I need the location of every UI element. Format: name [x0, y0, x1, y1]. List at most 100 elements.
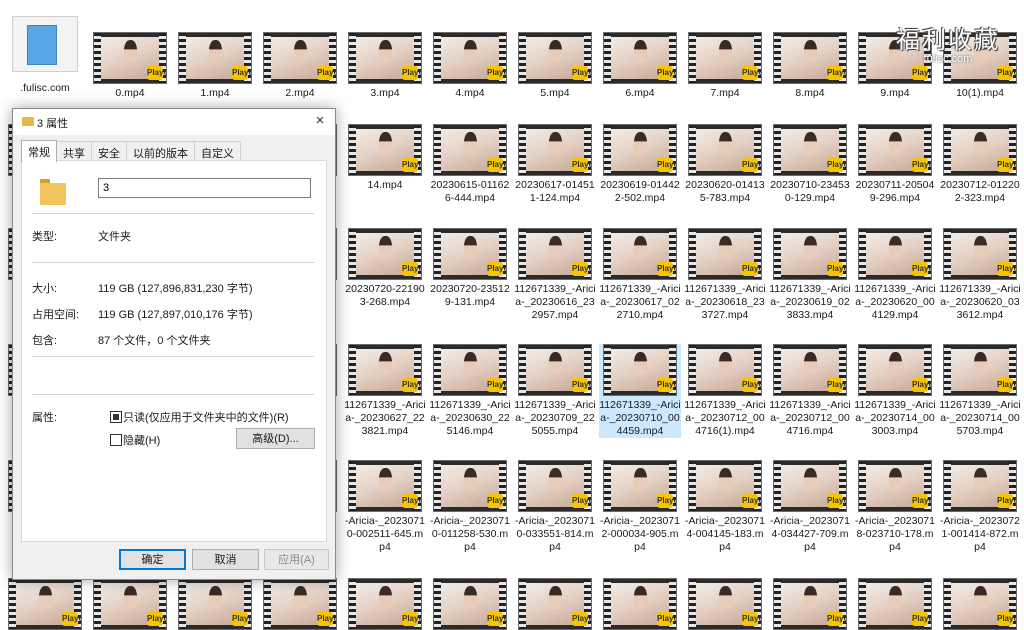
video-thumbnail: Player	[688, 124, 762, 176]
file-name: 112671339_-Aricia-_20230619_023833.mp4	[769, 283, 851, 321]
file-item[interactable]: Player7.mp4	[684, 32, 766, 100]
file-item[interactable]: Player4.mp4	[429, 32, 511, 100]
file-item[interactable]: Player 20230615-011626-444.mp4	[429, 124, 511, 205]
file-item[interactable]: Player 20230711-205049-296.mp4	[854, 124, 936, 205]
file-item[interactable]: Player 112671339_-Aricia-_20230620_004129…	[854, 228, 936, 322]
size-value: 119 GB (127,896,831,230 字节)	[98, 283, 253, 295]
dialog-titlebar[interactable]: 3 属性 ×	[13, 109, 335, 135]
file-item[interactable]: Player	[684, 578, 766, 630]
readonly-checkbox[interactable]	[110, 411, 122, 423]
file-item[interactable]: Player -Aricia-_20230710-002511-645.mp4	[344, 460, 426, 554]
file-item[interactable]: Player 112671339_-Aricia-_20230709_225055…	[514, 344, 596, 438]
file-item[interactable]: Player 112671339_-Aricia-_20230630_225146…	[429, 344, 511, 438]
file-item[interactable]: Player	[89, 578, 171, 630]
player-badge-icon: Player	[827, 262, 846, 276]
file-item[interactable]: Player	[854, 578, 936, 630]
video-thumbnail: Player	[943, 460, 1017, 512]
video-thumbnail: Player	[943, 124, 1017, 176]
file-name: 112671339_-Aricia-_20230617_022710.mp4	[599, 283, 681, 321]
file-item[interactable]: Player 20230619-014422-502.mp4	[599, 124, 681, 205]
file-item[interactable]: Player	[769, 578, 851, 630]
tab-previous-versions[interactable]: 以前的版本	[126, 141, 195, 162]
file-item[interactable]: Player2.mp4	[259, 32, 341, 100]
file-name: 112671339_-Aricia-_20230714_003003.mp4	[854, 399, 936, 437]
file-item[interactable]: Player -Aricia-_20230710-033551-814.mp4	[514, 460, 596, 554]
file-item[interactable]: Player8.mp4	[769, 32, 851, 100]
file-item[interactable]: Player0.mp4	[89, 32, 171, 100]
apply-button[interactable]: 应用(A)	[264, 549, 329, 570]
file-item[interactable]: Player	[259, 578, 341, 630]
tab-sharing[interactable]: 共享	[56, 141, 92, 162]
file-name: 5.mp4	[540, 87, 570, 99]
file-name: 112671339_-Aricia-_20230618_233727.mp4	[684, 283, 766, 321]
file-item[interactable]: Player -Aricia-_20230710-011258-530.mp4	[429, 460, 511, 554]
hidden-label[interactable]: 隐藏(H)	[123, 432, 160, 448]
file-item[interactable]: .fulisc.com	[4, 16, 86, 95]
file-item[interactable]: Player 112671339_-Aricia-_20230618_233727…	[684, 228, 766, 322]
file-name: 7.mp4	[710, 87, 740, 99]
file-item[interactable]: Player -Aricia-_20230721-001414-872.mp4	[939, 460, 1021, 554]
watermark: 福利收藏 fulisc.com	[888, 20, 1008, 65]
file-item[interactable]: Player6.mp4	[599, 32, 681, 100]
file-item[interactable]: Player 20230712-012202-323.mp4	[939, 124, 1021, 205]
file-name: -Aricia-_20230714-034427-709.mp4	[770, 515, 850, 553]
file-item[interactable]: Player 20230617-014511-124.mp4	[514, 124, 596, 205]
file-item[interactable]: Player	[4, 578, 86, 630]
file-item[interactable]: Player 20230710-234530-129.mp4	[769, 124, 851, 205]
file-item[interactable]: Player -Aricia-_20230718-023710-178.mp4	[854, 460, 936, 554]
tab-general[interactable]: 常规	[21, 140, 57, 162]
file-item[interactable]: Player	[939, 578, 1021, 630]
file-name: 1.mp4	[200, 87, 230, 99]
file-item[interactable]: Player 112671339_-Aricia-_20230616_232957…	[514, 228, 596, 322]
file-item[interactable]: Player 20230720-235129-131.mp4	[429, 228, 511, 309]
file-item[interactable]: Player	[514, 578, 596, 630]
ok-button[interactable]: 确定	[119, 549, 186, 570]
file-item[interactable]: Player 112671339_-Aricia-_20230617_022710…	[599, 228, 681, 322]
file-item[interactable]: Player -Aricia-_20230714-034427-709.mp4	[769, 460, 851, 554]
file-item[interactable]: Player	[599, 578, 681, 630]
video-thumbnail: Player	[433, 32, 507, 84]
file-name: 20230720-221903-268.mp4	[345, 283, 425, 308]
file-item[interactable]: Player3.mp4	[344, 32, 426, 100]
file-item[interactable]: Player5.mp4	[514, 32, 596, 100]
player-badge-icon: Player	[572, 262, 591, 276]
file-item[interactable]: Player 112671339_-Aricia-_20230712_004716…	[684, 344, 766, 438]
file-item[interactable]: Player 112671339_-Aricia-_20230714_003003…	[854, 344, 936, 438]
readonly-label[interactable]: 只读(仅应用于文件夹中的文件)(R)	[123, 409, 289, 425]
tab-customize[interactable]: 自定义	[194, 141, 241, 162]
file-item[interactable]: Player 112671339_-Aricia-_20230627_223821…	[344, 344, 426, 438]
file-item[interactable]: Player	[344, 578, 426, 630]
folder-name-input[interactable]	[98, 178, 311, 198]
file-item[interactable]: Player 112671339_-Aricia-_20230620_033612…	[939, 228, 1021, 322]
video-thumbnail: Player	[518, 124, 592, 176]
file-item[interactable]: Player 20230720-221903-268.mp4	[344, 228, 426, 309]
file-item[interactable]: Player -Aricia-_20230712-000034-905.mp4	[599, 460, 681, 554]
file-name: 20230710-234530-129.mp4	[770, 179, 850, 204]
player-badge-icon: Player	[232, 612, 251, 626]
cancel-button[interactable]: 取消	[192, 549, 259, 570]
file-item[interactable]: Player 112671339_-Aricia-_20230712_004716…	[769, 344, 851, 438]
player-badge-icon: Player	[487, 158, 506, 172]
file-item[interactable]: Player 112671339_-Aricia-_20230619_023833…	[769, 228, 851, 322]
file-item[interactable]: Player	[429, 578, 511, 630]
file-item[interactable]: Player 14.mp4	[344, 124, 426, 192]
player-badge-icon: Player	[487, 262, 506, 276]
advanced-button[interactable]: 高级(D)...	[236, 428, 315, 449]
file-name: 6.mp4	[625, 87, 655, 99]
file-item[interactable]: Player -Aricia-_20230714-004145-183.mp4	[684, 460, 766, 554]
file-item[interactable]: Player 20230620-014135-783.mp4	[684, 124, 766, 205]
file-item[interactable]: Player 112671339_-Aricia-_20230710_004459…	[599, 344, 681, 438]
close-button[interactable]: ×	[305, 109, 335, 135]
divider	[32, 356, 314, 357]
tab-security[interactable]: 安全	[91, 141, 127, 162]
player-badge-icon: Player	[827, 378, 846, 392]
file-name: 112671339_-Aricia-_20230630_225146.mp4	[429, 399, 511, 437]
hidden-checkbox[interactable]	[110, 434, 122, 446]
file-item[interactable]: Player	[174, 578, 256, 630]
file-item[interactable]: Player1.mp4	[174, 32, 256, 100]
player-badge-icon: Player	[317, 612, 336, 626]
player-badge-icon: Player	[657, 158, 676, 172]
player-badge-icon: Player	[147, 612, 166, 626]
player-badge-icon: Player	[572, 494, 591, 508]
file-item[interactable]: Player 112671339_-Aricia-_20230714_005703…	[939, 344, 1021, 438]
